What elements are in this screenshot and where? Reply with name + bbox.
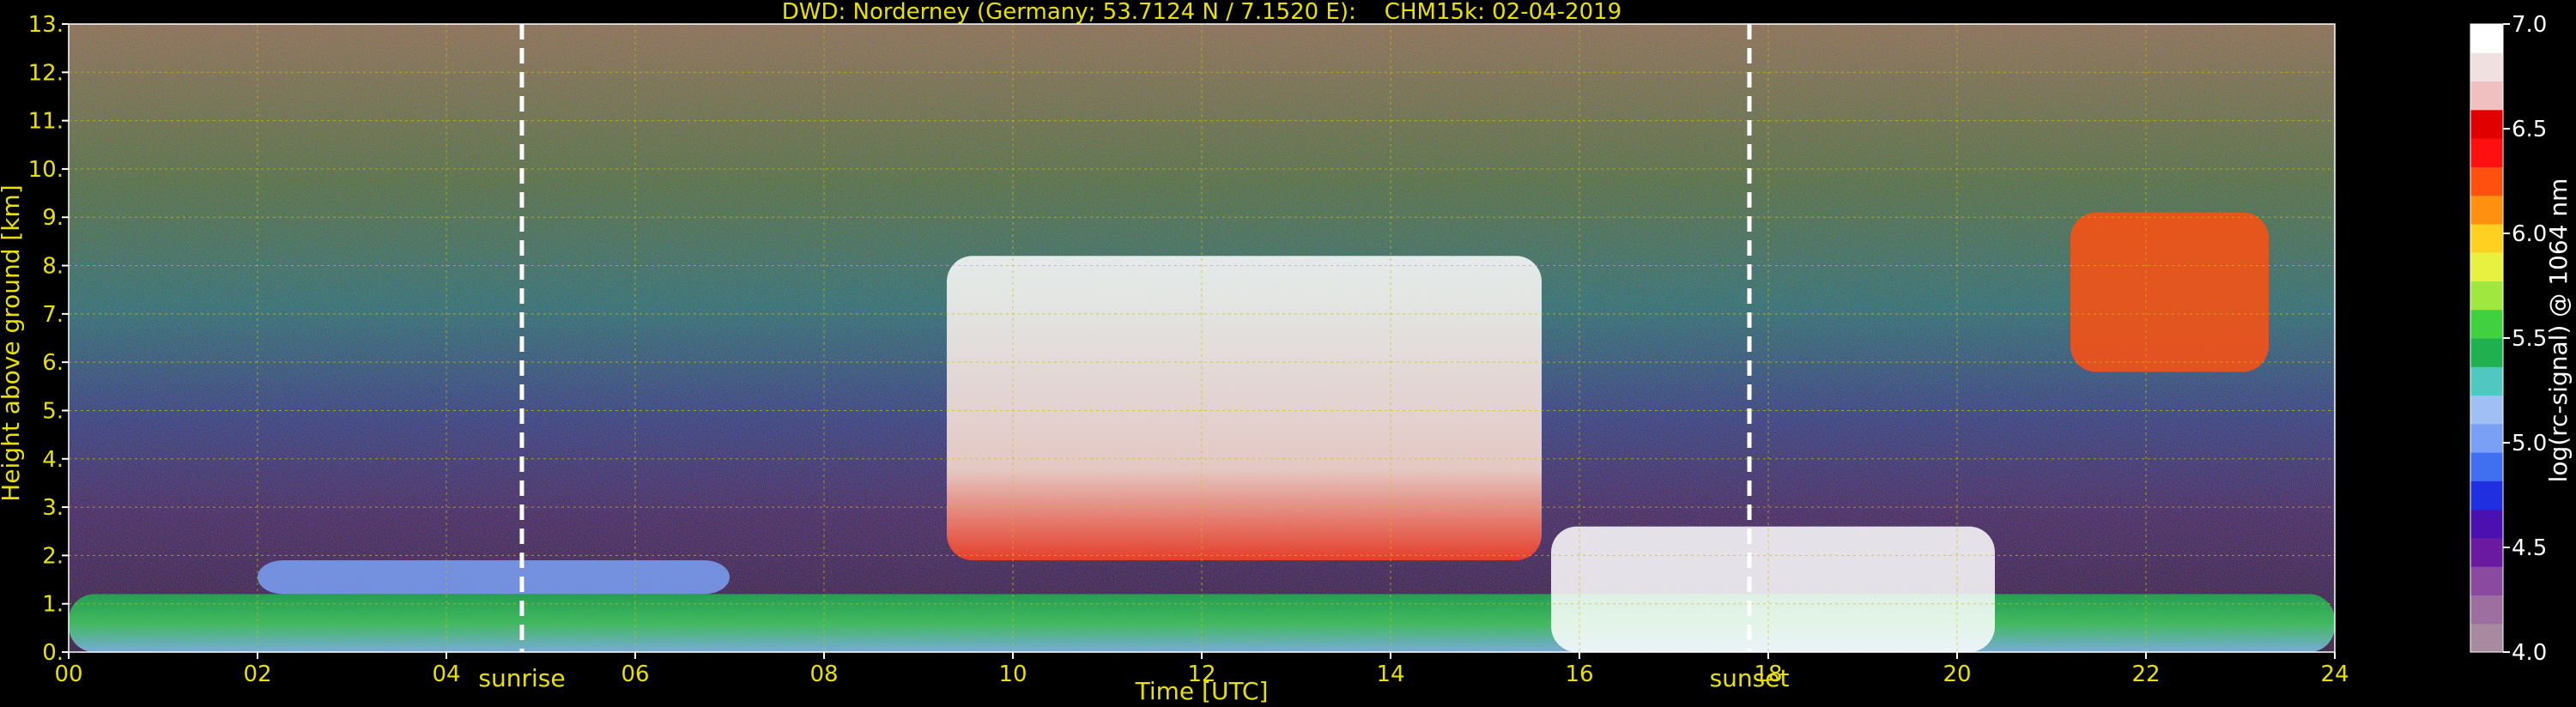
colorbar-segment — [2470, 223, 2503, 253]
colorbar-segment — [2470, 24, 2503, 53]
colorbar-segment — [2470, 52, 2503, 82]
y-tick-label: 8. — [42, 254, 64, 280]
y-tick-label: 11. — [28, 109, 64, 135]
colorbar-segment — [2470, 480, 2503, 511]
colorbar-segment — [2470, 309, 2503, 339]
y-tick-label: 0. — [42, 640, 64, 666]
colorbar-segment — [2470, 595, 2503, 625]
y-tick-label: 7. — [42, 302, 64, 328]
colorbar-ticks: 4.0 4.5 5.0 5.5 6.0 6.5 7.0 — [2503, 12, 2547, 666]
feature-residual-layer — [258, 560, 730, 595]
x-tick-label: 20 — [1943, 662, 1971, 687]
sunset-label: sunset — [1710, 664, 1790, 692]
colorbar-tick-label: 6.0 — [2512, 221, 2547, 247]
x-tick-label: 14 — [1376, 662, 1404, 687]
x-tick-label: 22 — [2131, 662, 2160, 687]
colorbar-segment — [2470, 395, 2503, 425]
colorbar-segment — [2470, 537, 2503, 567]
x-tick-label: 24 — [2320, 662, 2349, 687]
chart-title: DWD: Norderney (Germany; 53.7124 N / 7.1… — [782, 0, 1621, 25]
colorbar-tick-label: 5.0 — [2512, 431, 2547, 456]
colorbar-segment — [2470, 566, 2503, 595]
sunrise-label: sunrise — [478, 664, 565, 692]
y-tick-label: 2. — [42, 543, 64, 569]
y-tick-label: 3. — [42, 495, 64, 521]
x-tick-label: 06 — [621, 662, 649, 687]
colorbar-segment — [2470, 81, 2503, 111]
colorbar-segment — [2470, 281, 2503, 311]
colorbar-segment — [2470, 109, 2503, 139]
colorbar-segment — [2470, 366, 2503, 396]
colorbar — [2470, 23, 2504, 653]
feature-cirrus — [947, 256, 1542, 561]
colorbar-tick-label: 6.5 — [2512, 117, 2547, 142]
x-tick-label: 16 — [1565, 662, 1593, 687]
y-tick-label: 1. — [42, 592, 64, 618]
y-axis-label: Height above ground [km] — [0, 184, 25, 502]
y-tick-label: 6. — [42, 350, 64, 376]
x-tick-label: 10 — [998, 662, 1027, 687]
colorbar-tick-label: 4.5 — [2512, 535, 2547, 561]
colorbar-segment — [2470, 166, 2503, 196]
colorbar-label: log(rc-signal) @ 1064 nm — [2544, 178, 2573, 483]
plot-area — [69, 24, 2335, 652]
y-tick-label: 5. — [42, 398, 64, 424]
x-axis-label: Time [UTC] — [1135, 677, 1269, 705]
colorbar-tick-label: 4.0 — [2512, 640, 2547, 666]
lidar-quicklook-figure: 00 02 04 06 08 10 12 14 16 18 20 22 24 0.1.2.3.4.5.6… — [0, 0, 2573, 705]
y-tick-label: 12. — [28, 60, 64, 86]
y-axis-ticks: 0. 1. 2. 3. 4. 5. 6. 7. 8. 9. 10. 11. 12. 13. — [28, 12, 69, 666]
colorbar-tick-label: 7.0 — [2512, 12, 2547, 38]
colorbar-segment — [2470, 138, 2503, 167]
y-tick-label: 10. — [28, 157, 64, 183]
colorbar-segment — [2470, 195, 2503, 225]
x-tick-label: 04 — [432, 662, 460, 687]
y-tick-label: 13. — [28, 12, 64, 38]
y-tick-label: 4. — [42, 447, 64, 473]
feature-low-cloud — [1551, 526, 1995, 652]
y-tick-label: 9. — [42, 205, 64, 231]
x-tick-label: 08 — [809, 662, 838, 687]
colorbar-segment — [2470, 423, 2503, 453]
colorbar-tick-label: 5.5 — [2512, 326, 2547, 352]
colorbar-segment — [2470, 338, 2503, 367]
colorbar-segment — [2470, 252, 2503, 281]
colorbar-segment — [2470, 509, 2503, 539]
feature-evening-cloud — [2070, 212, 2269, 372]
x-tick-label: 02 — [243, 662, 271, 687]
colorbar-segment — [2470, 452, 2503, 481]
colorbar-segment — [2470, 623, 2503, 653]
